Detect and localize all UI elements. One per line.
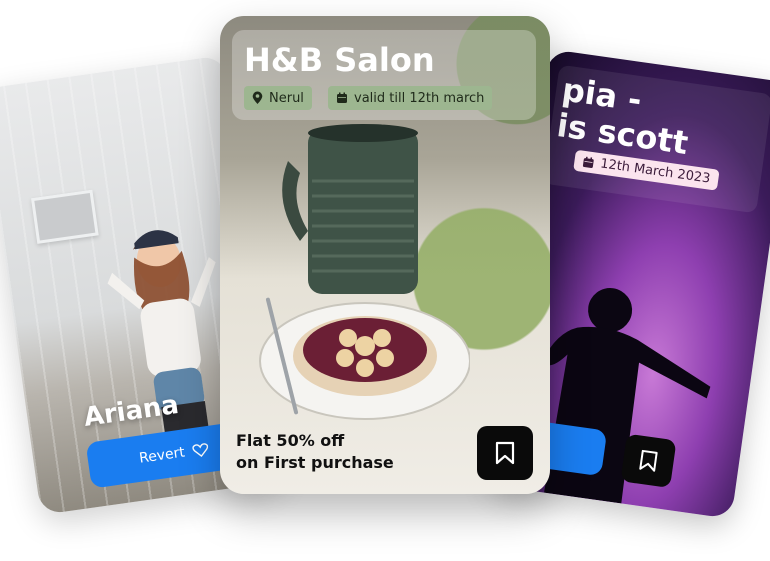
calendar-icon (582, 155, 596, 169)
offer-line-1: Flat 50% off (236, 431, 345, 450)
validity-label: valid till 12th march (354, 90, 485, 106)
mug-image (282, 124, 418, 294)
location-label: Nerul (269, 90, 304, 106)
bookmark-button[interactable] (477, 426, 533, 480)
salon-title: H&B Salon (244, 41, 435, 79)
calendar-icon (336, 92, 348, 104)
map-pin-icon (252, 91, 263, 105)
offer-line-2: on First purchase (236, 453, 394, 472)
bookmark-button[interactable] (620, 433, 677, 489)
wall-ac-unit (30, 189, 99, 244)
location-chip: Nerul (244, 86, 312, 110)
bookmark-icon (495, 441, 515, 465)
tart-plate-image (259, 297, 470, 420)
validity-chip: valid till 12th march (328, 86, 493, 110)
heart-icon (192, 442, 210, 458)
offer-card-salon[interactable]: H&B Salon Nerul valid till 12th march Fl… (220, 16, 550, 494)
bookmark-icon (638, 449, 659, 473)
revert-button-label: Revert (138, 444, 186, 467)
offer-text: Flat 50% off on First purchase (236, 430, 394, 474)
